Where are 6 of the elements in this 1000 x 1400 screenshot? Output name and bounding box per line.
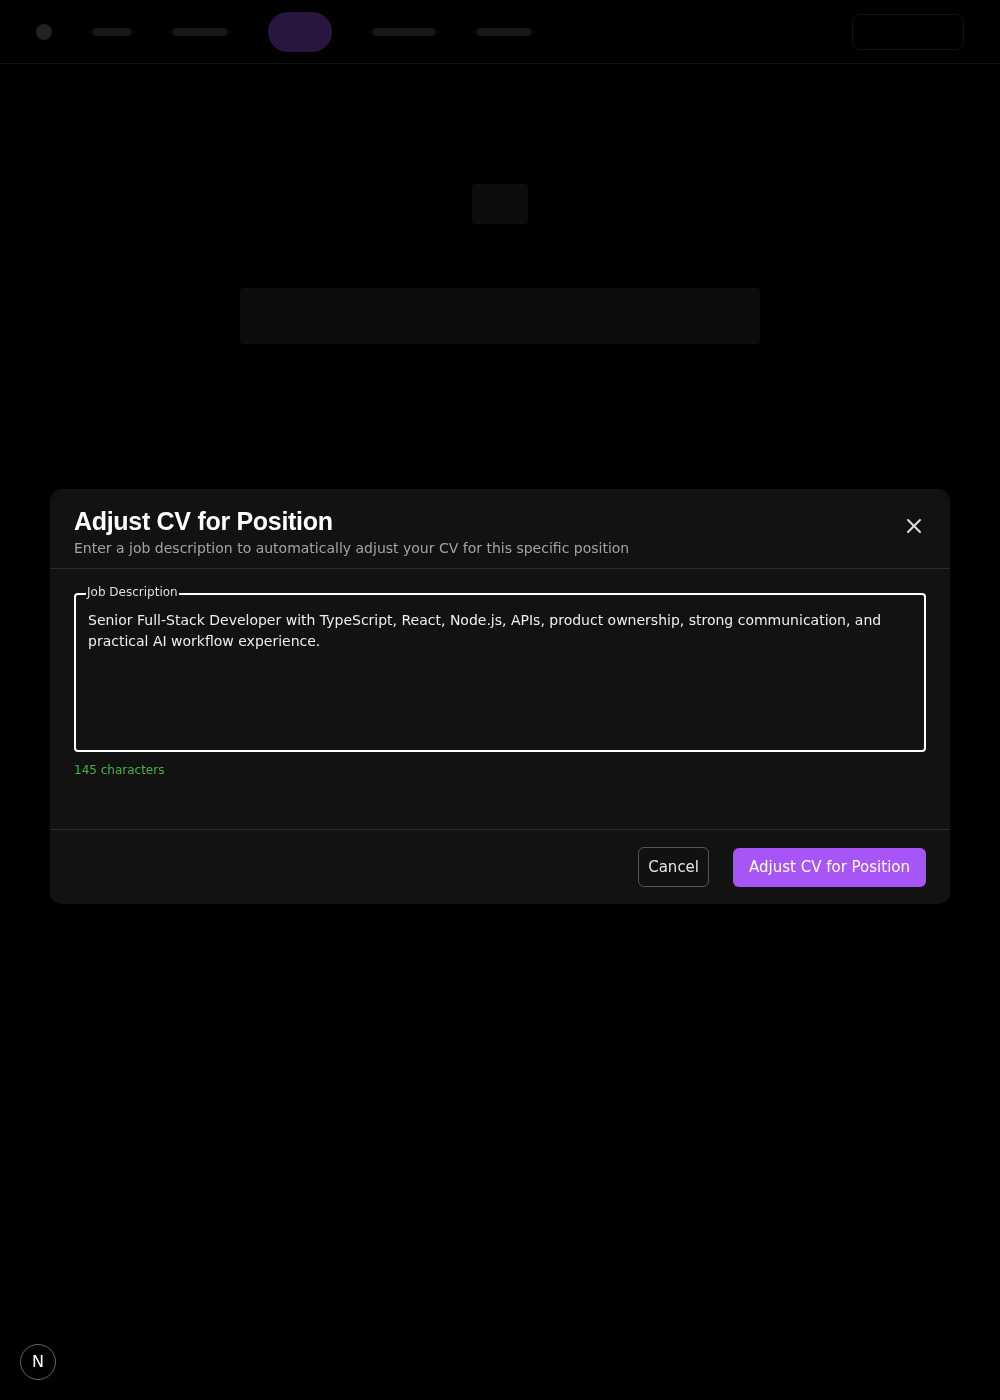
dialog-subtitle: Enter a job description to automatically adjust your CV for this specific position [74,539,630,558]
character-count: 145 characters [74,762,166,779]
cancel-button[interactable]: Cancel [638,847,710,887]
adjust-button[interactable]: Adjust CV for Position [733,847,926,887]
field-label: Job Description [86,585,179,599]
dialog-title: Adjust CV for Position [74,506,334,536]
